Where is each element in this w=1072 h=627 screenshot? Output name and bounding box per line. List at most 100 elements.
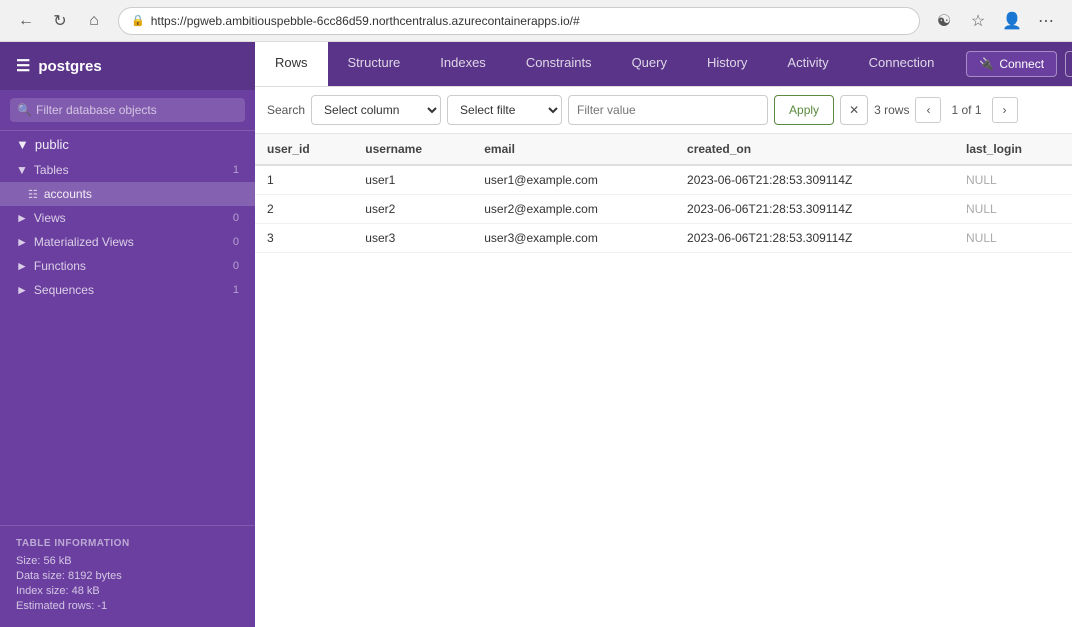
data-table: user_id username email created_on last_l… bbox=[255, 134, 1072, 253]
profile-button[interactable]: 👤 bbox=[998, 7, 1026, 35]
functions-label: Functions bbox=[34, 259, 86, 273]
pagination: ‹ 1 of 1 › bbox=[915, 97, 1017, 123]
cell-last_login: NULL bbox=[954, 165, 1072, 195]
table-row[interactable]: 2user2user2@example.com2023-06-06T21:28:… bbox=[255, 195, 1072, 224]
nav-buttons: ← ↻ ⌂ bbox=[12, 7, 108, 35]
sidebar-title: postgres bbox=[38, 58, 101, 75]
col-email: email bbox=[472, 134, 675, 165]
back-button[interactable]: ← bbox=[12, 7, 40, 35]
next-page-button[interactable]: › bbox=[992, 97, 1018, 123]
sequences-group-header[interactable]: ► Sequences 1 bbox=[0, 278, 255, 302]
tab-activity[interactable]: Activity bbox=[767, 42, 848, 86]
sidebar-group-views: ► Views 0 bbox=[0, 206, 255, 230]
tab-query[interactable]: Query bbox=[612, 42, 687, 86]
mat-views-count: 0 bbox=[233, 236, 239, 248]
mat-views-label: Materialized Views bbox=[34, 235, 134, 249]
table-index-size: Index size: 48 kB bbox=[16, 585, 239, 597]
chevron-right-icon: ► bbox=[16, 235, 28, 249]
extensions-button[interactable]: ☯ bbox=[930, 7, 958, 35]
forward-button[interactable]: ↻ bbox=[46, 7, 74, 35]
col-username: username bbox=[353, 134, 472, 165]
search-icon: 🔍 bbox=[17, 103, 32, 117]
col-created-on: created_on bbox=[675, 134, 954, 165]
tab-indexes[interactable]: Indexes bbox=[420, 42, 506, 86]
cell-email: user3@example.com bbox=[472, 224, 675, 253]
mat-views-group-header[interactable]: ► Materialized Views 0 bbox=[0, 230, 255, 254]
tab-rows[interactable]: Rows bbox=[255, 42, 328, 86]
cell-last_login: NULL bbox=[954, 195, 1072, 224]
table-info-title: TABLE INFORMATION bbox=[16, 538, 239, 549]
sidebar-content: ▼ public ▼ Tables 1 ☷ accounts bbox=[0, 131, 255, 525]
sidebar-search-area: 🔍 bbox=[0, 90, 255, 131]
cell-created_on: 2023-06-06T21:28:53.309114Z bbox=[675, 165, 954, 195]
tab-connection[interactable]: Connection bbox=[849, 42, 955, 86]
table-size: Size: 56 kB bbox=[16, 555, 239, 567]
views-group-header[interactable]: ► Views 0 bbox=[0, 206, 255, 230]
tables-label: Tables bbox=[34, 163, 69, 177]
tab-actions: 🔌 Connect Disconnect bbox=[954, 42, 1072, 86]
tab-history[interactable]: History bbox=[687, 42, 767, 86]
functions-group-header[interactable]: ► Functions 0 bbox=[0, 254, 255, 278]
plug-icon: 🔌 bbox=[979, 57, 994, 71]
schema-label[interactable]: ▼ public bbox=[0, 131, 255, 158]
clear-filter-button[interactable]: ✕ bbox=[840, 95, 868, 125]
more-button[interactable]: ⋯ bbox=[1032, 7, 1060, 35]
search-wrap: 🔍 bbox=[10, 98, 245, 122]
cell-last_login: NULL bbox=[954, 224, 1072, 253]
connect-button[interactable]: 🔌 Connect bbox=[966, 51, 1057, 77]
chevron-down-icon: ▼ bbox=[16, 163, 28, 177]
chevron-right-icon: ► bbox=[16, 283, 28, 297]
cell-user_id: 3 bbox=[255, 224, 353, 253]
table-name-accounts: accounts bbox=[44, 187, 92, 201]
cell-user_id: 1 bbox=[255, 165, 353, 195]
chevron-down-icon: ▼ bbox=[16, 137, 29, 152]
lock-icon: 🔒 bbox=[131, 14, 145, 27]
tables-group-header[interactable]: ▼ Tables 1 bbox=[0, 158, 255, 182]
cell-email: user2@example.com bbox=[472, 195, 675, 224]
disconnect-button[interactable]: Disconnect bbox=[1065, 51, 1072, 77]
search-input[interactable] bbox=[10, 98, 245, 122]
chevron-right-icon: ► bbox=[16, 211, 28, 225]
browser-chrome: ← ↻ ⌂ 🔒 https://pgweb.ambitiouspebble-6c… bbox=[0, 0, 1072, 42]
cell-username: user1 bbox=[353, 165, 472, 195]
data-table-wrap: user_id username email created_on last_l… bbox=[255, 134, 1072, 627]
address-bar[interactable]: 🔒 https://pgweb.ambitiouspebble-6cc86d59… bbox=[118, 7, 920, 35]
table-icon: ☷ bbox=[28, 188, 38, 201]
column-select[interactable]: Select column bbox=[311, 95, 441, 125]
filter-bar: Search Select column Select filte Apply … bbox=[255, 87, 1072, 134]
table-data-size: Data size: 8192 bytes bbox=[16, 570, 239, 582]
tables-count: 1 bbox=[233, 164, 239, 176]
cell-user_id: 2 bbox=[255, 195, 353, 224]
search-label: Search bbox=[267, 103, 305, 117]
cell-username: user3 bbox=[353, 224, 472, 253]
sidebar-group-mat-views: ► Materialized Views 0 bbox=[0, 230, 255, 254]
tab-constraints[interactable]: Constraints bbox=[506, 42, 612, 86]
tab-bar: Rows Structure Indexes Constraints Query… bbox=[255, 42, 1072, 87]
tab-structure[interactable]: Structure bbox=[328, 42, 421, 86]
filter-select[interactable]: Select filte bbox=[447, 95, 562, 125]
table-row[interactable]: 3user3user3@example.com2023-06-06T21:28:… bbox=[255, 224, 1072, 253]
col-last-login: last_login bbox=[954, 134, 1072, 165]
home-button[interactable]: ⌂ bbox=[80, 7, 108, 35]
filter-value-input[interactable] bbox=[568, 95, 768, 125]
table-info: TABLE INFORMATION Size: 56 kB Data size:… bbox=[0, 525, 255, 627]
table-row[interactable]: 1user1user1@example.com2023-06-06T21:28:… bbox=[255, 165, 1072, 195]
functions-count: 0 bbox=[233, 260, 239, 272]
rows-info: 3 rows bbox=[874, 103, 909, 117]
col-user-id: user_id bbox=[255, 134, 353, 165]
main-content: Rows Structure Indexes Constraints Query… bbox=[255, 42, 1072, 627]
views-count: 0 bbox=[233, 212, 239, 224]
apply-button[interactable]: Apply bbox=[774, 95, 834, 125]
sidebar-item-accounts[interactable]: ☷ accounts bbox=[0, 182, 255, 206]
sequences-label: Sequences bbox=[34, 283, 94, 297]
url-text: https://pgweb.ambitiouspebble-6cc86d59.n… bbox=[151, 14, 580, 28]
table-header-row: user_id username email created_on last_l… bbox=[255, 134, 1072, 165]
cell-created_on: 2023-06-06T21:28:53.309114Z bbox=[675, 224, 954, 253]
prev-page-button[interactable]: ‹ bbox=[915, 97, 941, 123]
chevron-right-icon: ► bbox=[16, 259, 28, 273]
favorites-button[interactable]: ☆ bbox=[964, 7, 992, 35]
page-info: 1 of 1 bbox=[945, 103, 987, 117]
sidebar-group-tables: ▼ Tables 1 ☷ accounts bbox=[0, 158, 255, 206]
sidebar-group-sequences: ► Sequences 1 bbox=[0, 278, 255, 302]
sidebar-header: ☰ postgres bbox=[0, 42, 255, 90]
